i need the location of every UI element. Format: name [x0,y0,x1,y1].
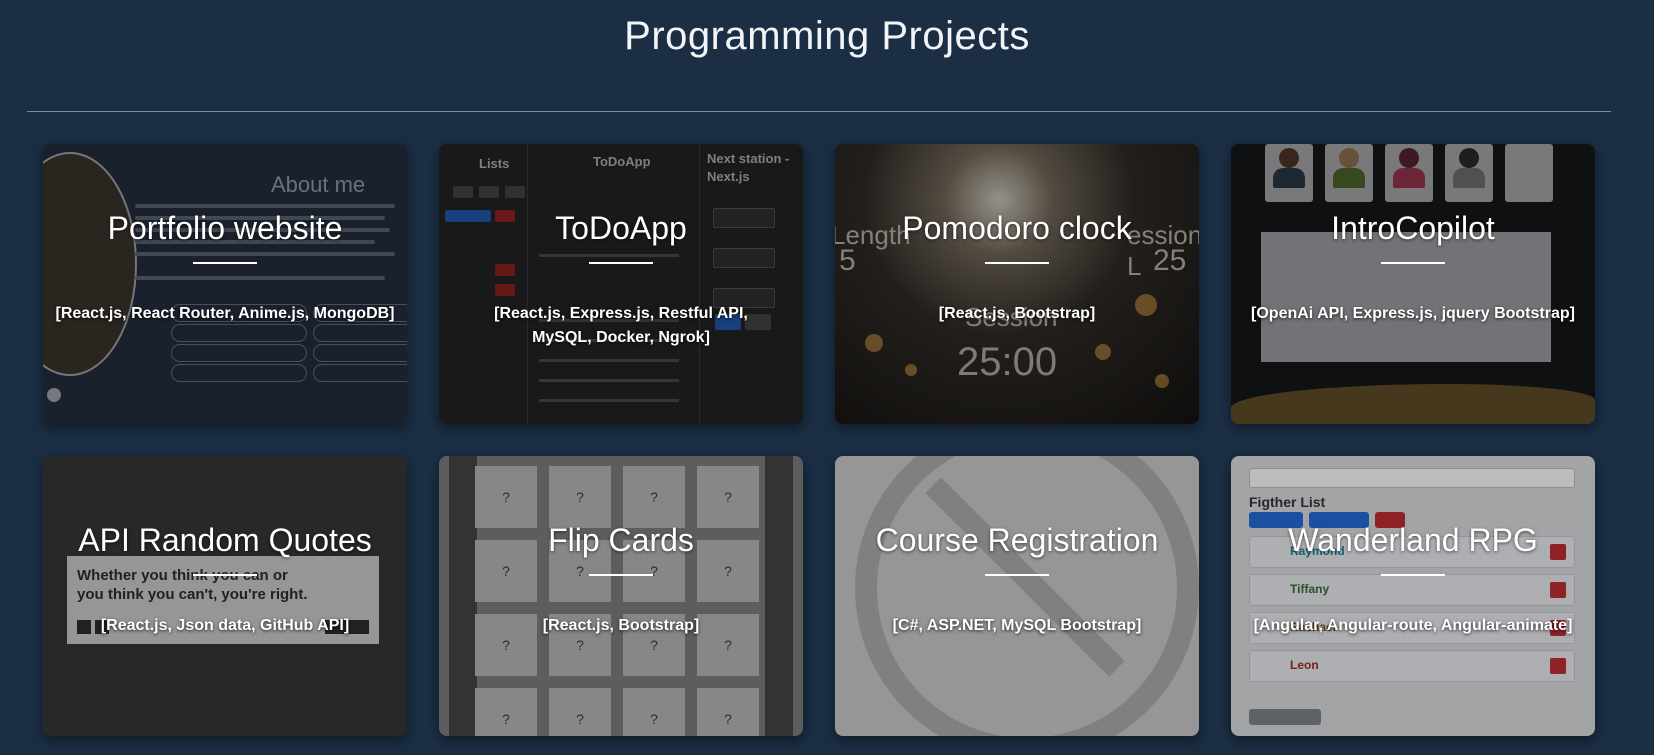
title-underline [193,262,257,264]
project-card-flip-cards[interactable]: ? ? ? ? ? ? ? ? ? ? ? ? ? ? ? ? Flip Car… [439,456,803,736]
project-tech: [React.js, Bootstrap] [542,617,700,634]
project-title: Pomodoro clock [902,210,1132,246]
title-underline [1381,574,1445,576]
title-underline [1381,262,1445,264]
project-title: IntroCopilot [1331,210,1495,246]
project-title: Flip Cards [548,522,694,558]
project-tech: [OpenAi API, Express.js, jquery Bootstra… [1251,305,1575,322]
project-tech: [C#, ASP.NET, MySQL Bootstrap] [892,617,1142,634]
project-tech: [React.js, React Router, Anime.js, Mongo… [55,305,395,322]
projects-grid: About me Portfolio website [React.js, Re… [43,144,1595,736]
project-tech: [Angular, Angular-route, Angular-animate… [1253,617,1573,634]
project-title: Wanderland RPG [1288,522,1538,558]
title-underline [193,574,257,576]
project-card-introcopilot[interactable]: IntroCopilot [OpenAi API, Express.js, jq… [1231,144,1595,424]
project-card-portfolio[interactable]: About me Portfolio website [React.js, Re… [43,144,407,424]
page-title: Programming Projects [624,14,1030,58]
project-title: ToDoApp [555,210,687,246]
project-title: API Random Quotes [78,522,372,558]
title-underline [985,574,1049,576]
project-card-wanderland-rpg[interactable]: Figther List Raymond Tiffany Rachael Leo… [1231,456,1595,736]
project-tech: [React.js, Bootstrap] [938,305,1096,322]
project-tech: [React.js, Express.js, Restful API, MySQ… [494,305,748,346]
title-underline [985,262,1049,264]
title-underline [589,262,653,264]
project-title: Portfolio website [107,210,343,246]
project-card-pomodoro[interactable]: Length ession L 5 25 Session 25:00 Pomod… [835,144,1199,424]
project-card-random-quotes[interactable]: Whether you think you can or you think y… [43,456,407,736]
project-title: Course Registration [875,522,1159,558]
project-card-course-registration[interactable]: Course Registration [C#, ASP.NET, MySQL … [835,456,1199,736]
title-underline [589,574,653,576]
title-divider [27,111,1611,112]
project-tech: [React.js, Json data, GitHub API] [100,617,350,634]
project-card-todoapp[interactable]: Lists ToDoApp Next station - Next.js ToD… [439,144,803,424]
